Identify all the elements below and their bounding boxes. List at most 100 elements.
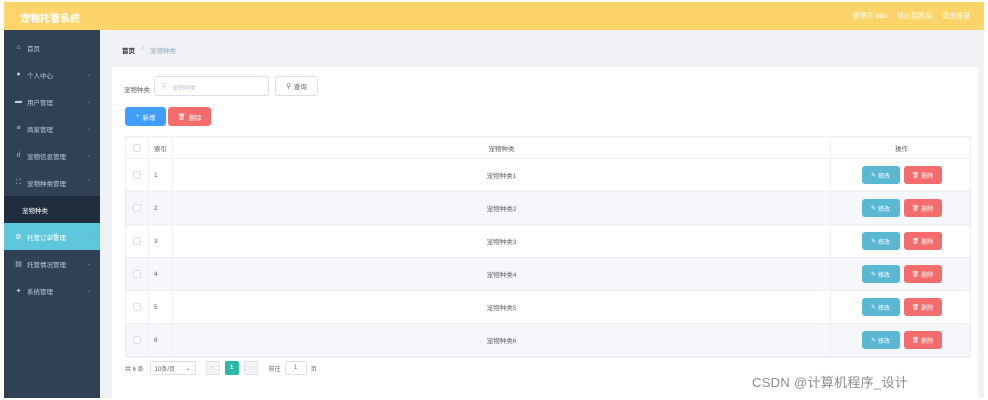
admin-user-link[interactable]: 管理员 abo [852,11,887,21]
header-index: 索引 [149,137,173,158]
app-frame: 宠物托管系统 管理员 abo 退出到前台 退出登录 ⌂ 首页 ● 个人中心 ⌄ … [4,2,984,398]
add-button-label: 新增 [142,114,156,122]
sidebar-item-boarding[interactable]: ▤ 托管情况管理 ⌄ [4,250,100,277]
row-actions: ✎ 修改 🗑 删除 [831,192,972,224]
sidebar-item-label: 个人中心 [27,72,53,80]
row-checkbox[interactable] [133,336,141,344]
gear-icon: ⚙ [15,233,22,241]
search-placeholder: 宠物种类 [172,86,197,92]
edit-icon: ✎ [870,172,876,179]
row-checkbox[interactable] [133,303,141,311]
row-checkbox[interactable] [133,171,141,179]
chevron-down-icon: ⌄ [86,153,92,159]
sidebar-item-users[interactable]: ▬ 用户管理 ⌄ [4,88,100,115]
front-end-link[interactable]: 退出到前台 [897,11,932,21]
sidebar-item-pet-info[interactable]: ıl 宠物信息管理 ⌄ [4,142,100,169]
content-card: 宠物种类 ⚲ 宠物种类 ⚲ 查询 + 新增 🗑 删除 索引 宠物种类 操作 1 … [112,67,978,398]
delete-button[interactable]: 🗑 删除 [903,199,942,217]
page-size-select[interactable]: 10条/页 ⌄ [149,361,196,375]
header-checkbox-cell [126,137,149,158]
row-checkbox-cell [126,324,149,356]
batch-delete-label: 删除 [188,114,202,122]
chevron-down-icon: ⌄ [86,72,92,78]
edit-button[interactable]: ✎ 修改 [861,199,900,217]
table-row: 3 宠物种类3 ✎ 修改 🗑 删除 [126,225,970,258]
delete-label: 删除 [921,272,934,279]
page-number-1[interactable]: 1 [224,361,239,375]
search-button[interactable]: ⚲ 查询 [275,76,318,96]
delete-button[interactable]: 🗑 删除 [903,232,942,250]
sidebar-subitem-pet-category[interactable]: 宠物种类 [4,196,100,223]
delete-button[interactable]: 🗑 删除 [903,265,942,283]
row-index: 1 [149,159,173,191]
chevron-down-icon: ⌄ [86,288,92,294]
sidebar-item-label: 首页 [27,45,40,53]
batch-delete-button[interactable]: 🗑 删除 [168,107,211,126]
edit-button[interactable]: ✎ 修改 [861,298,900,316]
sidebar-item-label: 托管订单管理 [27,234,66,242]
chart-icon: ıl [16,152,21,159]
sidebar-item-label: 宠物信息管理 [27,153,66,161]
chevron-down-icon: ⌄ [86,99,92,105]
row-checkbox[interactable] [133,270,141,278]
edit-icon: ✎ [870,337,876,344]
home-icon: ⌂ [16,44,21,51]
row-actions: ✎ 修改 🗑 删除 [831,258,972,290]
goto-suffix: 页 [310,366,317,373]
app-title: 宠物托管系统 [20,14,80,25]
sidebar-item-pet-category[interactable]: ⛶ 宠物种类管理 ⌃ [4,169,100,196]
delete-label: 删除 [921,239,934,246]
page-size-value: 10条/页 [154,366,176,373]
table-row: 2 宠物种类2 ✎ 修改 🗑 删除 [126,192,970,225]
row-name: 宠物种类2 [173,192,831,224]
settings-icon: ✦ [15,287,22,295]
sidebar-item-label: 宠物种类管理 [27,180,66,188]
table-header: 索引 宠物种类 操作 [126,137,970,159]
sidebar-item-merchants[interactable]: ≡ 商家管理 ⌄ [4,115,100,142]
edit-button[interactable]: ✎ 修改 [861,166,900,184]
trash-icon: 🗑 [911,304,920,311]
top-links: 管理员 abo 退出到前台 退出登录 [852,11,970,21]
row-index: 6 [149,324,173,356]
select-all-checkbox[interactable] [133,143,141,152]
edit-label: 修改 [878,206,891,213]
goto-page-input[interactable]: 1 [284,361,307,375]
delete-label: 删除 [921,338,934,345]
search-icon: ⚲ [161,83,167,90]
trash-icon: 🗑 [911,205,920,212]
edit-label: 修改 [878,305,891,312]
edit-label: 修改 [878,239,891,246]
edit-button[interactable]: ✎ 修改 [861,265,900,283]
sidebar: ⌂ 首页 ● 个人中心 ⌄ ▬ 用户管理 ⌄ ≡ 商家管理 ⌄ ıl 宠物信息管… [4,30,100,398]
chevron-down-icon: ⌄ [86,126,92,132]
row-name: 宠物种类1 [173,159,831,191]
chevron-down-icon: ⌄ [185,365,191,372]
edit-button[interactable]: ✎ 修改 [861,331,900,349]
add-button[interactable]: + 新增 [125,107,166,126]
search-icon: ⚲ [286,83,291,90]
row-actions: ✎ 修改 🗑 删除 [831,291,972,323]
edit-label: 修改 [878,272,891,279]
edit-button[interactable]: ✎ 修改 [861,232,900,250]
row-checkbox[interactable] [133,204,141,212]
sidebar-item-system[interactable]: ✦ 系统管理 ⌄ [4,277,100,304]
table-row: 6 宠物种类6 ✎ 修改 🗑 删除 [126,324,970,357]
trash-icon: 🗑 [911,271,920,278]
search-input[interactable]: ⚲ 宠物种类 [154,76,269,96]
delete-button[interactable]: 🗑 删除 [903,166,942,184]
row-checkbox[interactable] [133,237,141,245]
breadcrumb-home[interactable]: 首页 [122,45,135,55]
row-checkbox-cell [126,192,149,224]
prev-page-button[interactable]: ‹ [205,361,220,375]
breadcrumb-current: 宠物种类 [150,48,176,55]
logout-link[interactable]: 退出登录 [942,11,970,21]
sidebar-item-label: 系统管理 [27,288,53,296]
top-bar: 宠物托管系统 管理员 abo 退出到前台 退出登录 [4,2,984,30]
sidebar-item-home[interactable]: ⌂ 首页 [4,34,100,61]
delete-button[interactable]: 🗑 删除 [903,331,942,349]
delete-button[interactable]: 🗑 删除 [903,298,942,316]
row-checkbox-cell [126,159,149,191]
next-page-button[interactable]: › [243,361,258,375]
sidebar-item-profile[interactable]: ● 个人中心 ⌄ [4,61,100,88]
sidebar-item-label: 托管情况管理 [27,261,66,269]
